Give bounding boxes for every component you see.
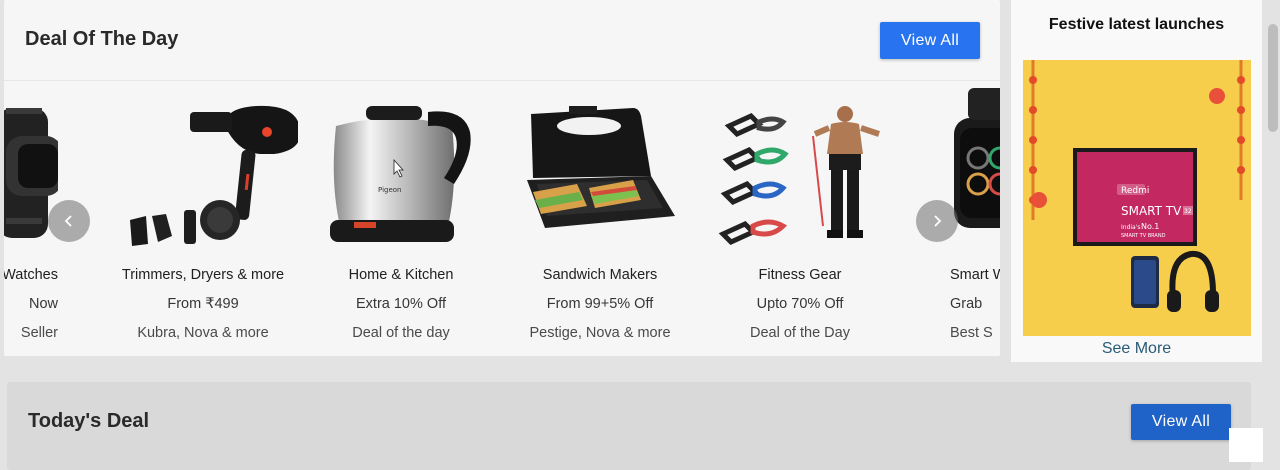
sandwich-maker-image	[505, 88, 695, 248]
product-name: Sandwich Makers	[542, 267, 658, 283]
banner-product-text: SMART TV	[1121, 204, 1182, 218]
carousel-prev-button[interactable]	[48, 200, 90, 242]
see-more-link[interactable]: See More	[1011, 340, 1262, 358]
product-card-sandwich-makers[interactable]: Sandwich Makers From 99+5% Off Pestige, …	[505, 82, 695, 356]
product-offer: Now	[28, 296, 58, 312]
product-tag: Deal of the day	[352, 325, 450, 341]
product-card-trimmers[interactable]: Trimmers, Dryers & more From ₹499 Kubra,…	[108, 82, 298, 356]
product-tag: Pestige, Nova & more	[529, 325, 671, 341]
scrollbar-thumb[interactable]	[1268, 24, 1278, 132]
product-offer: Extra 10% Off	[356, 296, 446, 312]
product-card-fitness-gear[interactable]: Fitness Gear Upto 70% Off Deal of the Da…	[705, 82, 895, 356]
product-name: Smart W	[950, 267, 1000, 283]
product-tag: Seller	[20, 325, 58, 341]
carousel-next-button[interactable]	[916, 200, 958, 242]
svg-text:Pigeon: Pigeon	[378, 186, 401, 194]
product-name: Trimmers, Dryers & more	[121, 267, 285, 283]
product-name: Fitness Gear	[758, 267, 842, 283]
banner-claim-highlight: No.1	[1141, 222, 1159, 231]
festive-launches-card: Festive latest launches Redmi SMART TV 3…	[1011, 0, 1262, 362]
banner-claim-prefix: India's	[1121, 224, 1141, 231]
view-all-button[interactable]: View All	[1131, 404, 1231, 440]
deal-of-the-day-header: Deal Of The Day View All	[4, 0, 1000, 81]
floating-widget	[1229, 428, 1263, 462]
section-title: Today's Deal	[28, 410, 150, 432]
banner-size-text: 32	[1184, 208, 1192, 215]
festive-title: Festive latest launches	[1048, 16, 1225, 33]
product-tag: Kubra, Nova & more	[137, 325, 269, 341]
product-offer: Upto 70% Off	[756, 296, 844, 312]
chevron-left-icon	[64, 215, 72, 227]
product-tag: Best S	[950, 325, 993, 341]
view-all-button[interactable]: View All	[880, 22, 980, 59]
todays-deal-card: Today's Deal View All	[7, 382, 1251, 470]
product-offer: From 99+5% Off	[546, 296, 654, 312]
product-name: Watches	[4, 267, 58, 283]
product-carousel: Watches Now Seller Trimmers, Dryers & mo…	[4, 82, 1000, 356]
product-offer: From ₹499	[167, 296, 239, 312]
product-offer: Grab	[950, 296, 983, 312]
page-scrollbar[interactable]	[1266, 0, 1280, 470]
product-tag: Deal of the Day	[750, 325, 850, 341]
banner-claim-sub: SMART TV BRAND	[1121, 233, 1166, 239]
hair-dryer-image	[108, 88, 298, 248]
deal-of-the-day-card: Deal Of The Day View All Watches Now Sel…	[4, 0, 1000, 356]
festive-banner[interactable]: Redmi SMART TV 32 India's No.1 SMART TV …	[1023, 60, 1251, 336]
product-card-home-kitchen[interactable]: Pigeon Home & Kitchen Extra 10% Off Deal…	[306, 82, 496, 356]
chevron-right-icon	[934, 215, 942, 227]
section-title: Deal Of The Day	[25, 28, 179, 50]
resistance-bands-image	[705, 88, 895, 248]
product-name: Home & Kitchen	[348, 267, 454, 283]
banner-brand-text: Redmi	[1121, 186, 1149, 196]
electric-kettle-image: Pigeon	[306, 88, 496, 248]
